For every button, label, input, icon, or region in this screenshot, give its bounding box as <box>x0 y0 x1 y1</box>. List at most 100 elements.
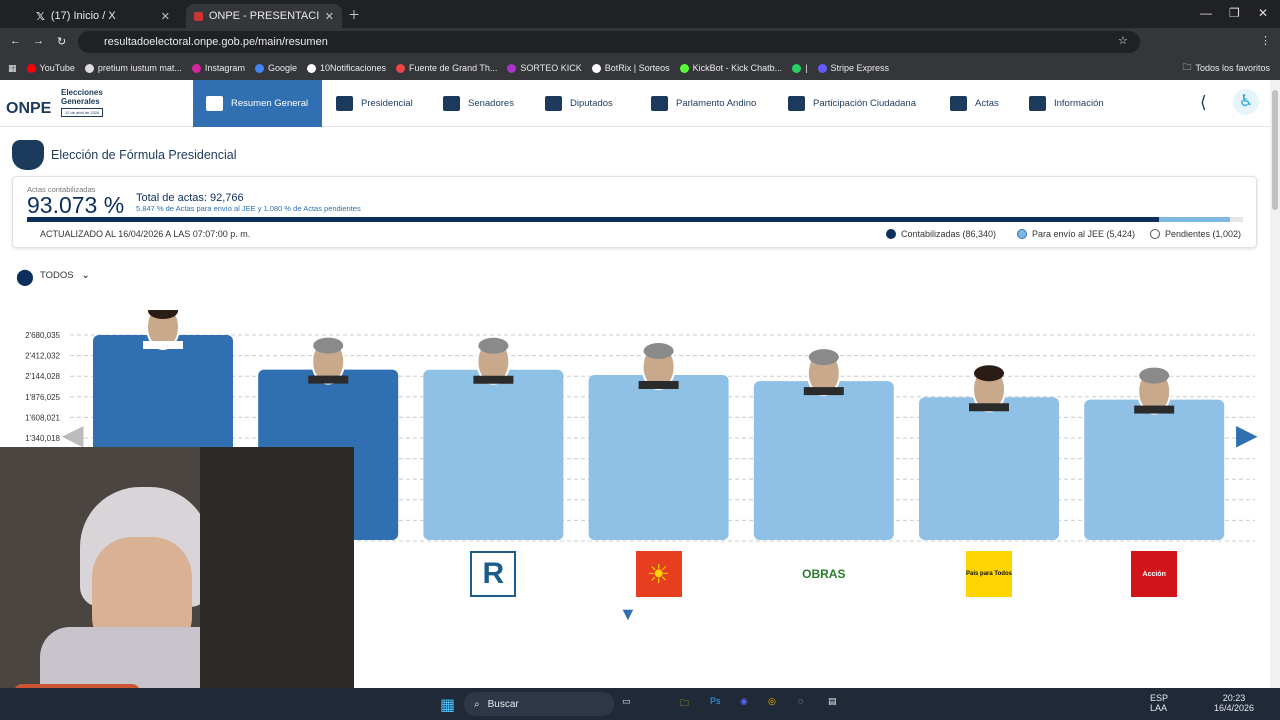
nav-informacion[interactable]: Información <box>1029 80 1104 127</box>
nav-senadores[interactable]: Senadores <box>443 80 514 127</box>
bookmark-grand-theft[interactable]: Fuente de Grand Th... <box>396 63 497 73</box>
bookmark-pretium[interactable]: pretium iustum mat... <box>84 63 182 73</box>
legend-jee: Para envío al JEE (5,424) <box>1017 229 1135 239</box>
candidate-shoulders <box>803 387 844 396</box>
candidate-bar[interactable] <box>1084 399 1225 540</box>
minimize-icon[interactable]: — <box>1200 6 1212 20</box>
nav-presidencial[interactable]: Presidencial <box>336 80 413 127</box>
bookmark-whatsapp[interactable]: | <box>792 63 808 73</box>
chrome-icon[interactable]: ◎ <box>768 696 776 707</box>
candidate-bar[interactable] <box>588 374 729 540</box>
logo-date: 12 de abril de 2026 <box>61 108 104 117</box>
bookmark-star-icon[interactable]: ☆ <box>1118 34 1128 47</box>
expand-triangle-icon[interactable]: ▼ <box>619 604 637 625</box>
y-tick-label: 2'680,035 <box>25 331 60 340</box>
folder-icon: 🗀 <box>1182 62 1192 72</box>
nav-diputados[interactable]: Diputados <box>545 80 613 127</box>
region-filter-dropdown[interactable]: TODOS ⌄ <box>40 270 90 281</box>
updated-timestamp: ACTUALIZADO AL 16/04/2026 A LAS 07:07:00… <box>40 229 251 239</box>
y-tick-label: 2'412,032 <box>25 352 60 361</box>
discord-icon[interactable]: ◉ <box>740 696 748 707</box>
candidate-bar[interactable] <box>423 369 564 540</box>
apps-icon[interactable]: ▦ <box>8 63 17 74</box>
y-tick-label: 2'144,028 <box>25 372 60 381</box>
progress-counted <box>27 217 1159 222</box>
nav-resumen-general[interactable]: Resumen General <box>193 80 322 127</box>
bookmark-youtube[interactable]: YouTube <box>26 63 75 73</box>
legend-contabilizadas: Contabilizadas (86,340) <box>886 229 996 239</box>
close-tab-icon[interactable]: ✕ <box>325 10 334 23</box>
close-window-icon[interactable]: ✕ <box>1258 6 1268 20</box>
dashboard-icon <box>206 96 223 111</box>
nav-actas[interactable]: Actas <box>950 80 999 127</box>
tab-label: ONPE - PRESENTACIÓN DE RES <box>208 10 319 22</box>
forward-icon[interactable]: → <box>33 35 44 47</box>
party-logo[interactable]: Acción <box>1131 551 1178 597</box>
address-bar-row: ← → ↻ resultadoelectoral.onpe.gob.pe/mai… <box>0 28 1280 56</box>
candidate-shoulders <box>1134 405 1175 414</box>
site-navbar: ONPE Elecciones Generales 12 de abril de… <box>0 80 1270 127</box>
y-tick-label: 1'876,025 <box>25 393 60 402</box>
onpe-favicon-icon <box>194 11 203 21</box>
candidate-bar[interactable] <box>919 397 1059 540</box>
back-icon[interactable]: ← <box>10 35 21 47</box>
webcam-overlay <box>0 447 354 688</box>
bookmark-sorteo-kick[interactable]: SORTEO KICK <box>507 63 582 73</box>
share-icon[interactable]: ⟨ <box>1200 93 1207 113</box>
bookmark-10notificaciones[interactable]: 10Notificaciones <box>306 63 386 73</box>
candidate-shoulders <box>143 341 183 349</box>
party-logo[interactable]: OBRAS <box>800 551 847 597</box>
total-actas: Total de actas: 92,766 <box>136 192 244 204</box>
chart-next-arrow-icon[interactable]: ▶ <box>1236 418 1258 451</box>
nav-participacion[interactable]: Participación Ciudadana <box>788 80 916 127</box>
y-tick-label: 1'608,021 <box>25 413 60 422</box>
people-icon <box>788 96 805 111</box>
building-icon <box>545 96 562 111</box>
app-icon[interactable]: ◌ <box>798 696 803 706</box>
senate-icon <box>443 96 460 111</box>
y-tick-label: 1'340,018 <box>25 434 60 443</box>
check-doc-icon <box>950 96 967 111</box>
bookmark-google[interactable]: Google <box>254 63 297 73</box>
file-explorer-icon[interactable]: 🗀 <box>680 696 689 712</box>
candidate-shoulders <box>308 375 349 384</box>
candidate-bar[interactable] <box>753 381 894 540</box>
candidate-shoulders <box>473 375 514 384</box>
task-view-icon[interactable]: ▭ <box>622 696 631 707</box>
legend-pendientes: Pendientes (1,002) <box>1150 229 1241 239</box>
party-logo[interactable]: ☀ <box>635 551 682 597</box>
browser-tab-strip: 𝕏 (17) Inicio / X ✕ ONPE - PRESENTACIÓN … <box>0 0 1280 28</box>
bookmark-stripe[interactable]: Stripe Express <box>817 63 889 73</box>
onpe-logo[interactable]: ONPE Elecciones Generales 12 de abril de… <box>6 88 116 120</box>
search-icon: ⌕ <box>474 698 480 710</box>
party-logo[interactable]: R <box>470 551 517 597</box>
progress-jee <box>1158 217 1230 222</box>
globe-icon <box>651 96 668 111</box>
maximize-icon[interactable]: ❐ <box>1229 6 1240 20</box>
bookmark-kickbot[interactable]: KickBot - Kick Chatb... <box>679 63 782 73</box>
menu-icon[interactable]: ⋮ <box>1260 34 1271 47</box>
calculator-icon[interactable]: ▤ <box>828 696 837 707</box>
all-bookmarks[interactable]: 🗀 Todos los favoritos <box>1182 60 1270 76</box>
bookmarks-bar: ▦ YouTube pretium iustum mat... Instagra… <box>0 56 1280 80</box>
bookmark-instagram[interactable]: Instagram <box>191 63 245 73</box>
windows-taskbar: ▦ ⌕ Buscar ▭ 🗀 Ps ◉ ◎ ◌ ▤ ESP LAA 20:23 16/… <box>0 688 1280 720</box>
page-scrollbar[interactable] <box>1270 80 1280 688</box>
close-tab-icon[interactable]: ✕ <box>161 10 170 23</box>
windows-start-icon[interactable]: ▦ <box>440 695 455 715</box>
tab-onpe[interactable]: ONPE - PRESENTACIÓN DE RES ✕ <box>186 4 342 28</box>
language-indicator[interactable]: ESP LAA <box>1150 693 1168 713</box>
tab-label: (17) Inicio / X <box>50 10 116 22</box>
photoshop-icon[interactable]: Ps <box>710 696 721 706</box>
party-logo[interactable]: País para Todos <box>966 551 1012 597</box>
bookmark-botrix[interactable]: BotRix | Sorteos <box>591 63 670 73</box>
clock[interactable]: 20:23 16/4/2026 <box>1214 693 1254 713</box>
taskbar-search[interactable]: ⌕ Buscar <box>464 692 614 716</box>
new-tab-icon[interactable]: ＋ <box>348 6 360 23</box>
candidate-shoulders <box>638 380 679 389</box>
nav-parlamento-andino[interactable]: Parlamento Andino <box>651 80 756 127</box>
tab-x-inicio[interactable]: 𝕏 (17) Inicio / X ✕ <box>28 4 178 28</box>
url-field[interactable]: resultadoelectoral.onpe.gob.pe/main/resu… <box>78 31 1140 53</box>
reload-icon[interactable]: ↻ <box>57 35 66 48</box>
accessibility-icon[interactable]: ♿ <box>1233 89 1259 115</box>
